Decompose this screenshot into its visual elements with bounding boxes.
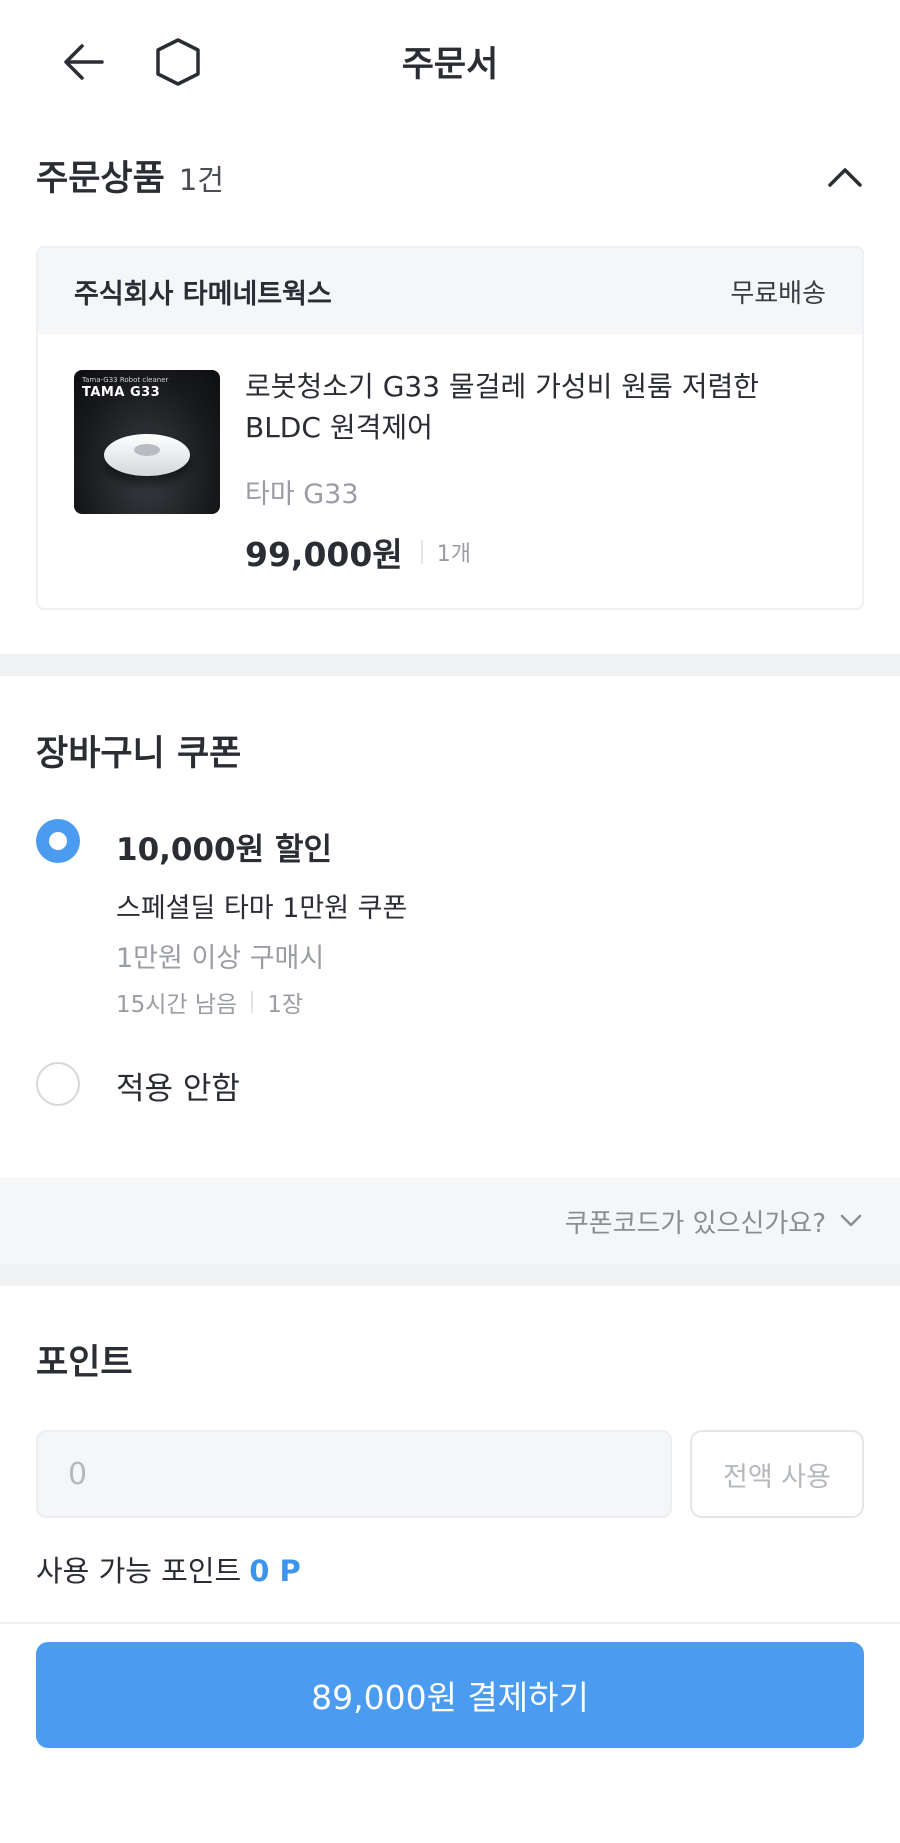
no-coupon-label[interactable]: 적용 안함 <box>116 1063 240 1108</box>
coupon-amount[interactable]: 10,000원 할인 <box>116 824 332 869</box>
pay-button[interactable]: 89,000원 결제하기 <box>36 1642 864 1748</box>
product-price-row: 99,000원 1개 <box>245 528 471 576</box>
seller-name: 주식회사 타메네트웍스 <box>74 278 332 310</box>
order-products-title: 주문상품 <box>36 159 165 199</box>
divider <box>251 991 254 1013</box>
coupon-condition: 1만원 이상 구매시 <box>116 943 325 974</box>
coupon-title: 장바구니 쿠폰 <box>36 734 242 774</box>
section-divider <box>0 654 900 676</box>
available-points-value: 0 P <box>249 1554 301 1588</box>
coupon-count: 1장 <box>267 992 304 1018</box>
chevron-up-icon <box>828 168 862 187</box>
robot-cleaner-image <box>104 434 190 476</box>
shipping-info: 무료배송 <box>730 278 826 309</box>
thumbnail-brand: TAMA G33 <box>82 385 161 400</box>
points-input[interactable] <box>36 1430 672 1518</box>
seller-bar: 주식회사 타메네트웍스 무료배송 <box>38 248 862 334</box>
chevron-down-icon <box>840 1214 862 1227</box>
order-page: 주문서 주문상품 1건 주식회사 타메네트웍스 무료배송 Tama-G33 Rob… <box>0 0 900 1843</box>
product-quantity: 1개 <box>436 542 471 567</box>
product-option: 타마 G33 <box>245 479 359 510</box>
page-title: 주문서 <box>401 45 499 85</box>
bottom-divider <box>0 1622 900 1624</box>
product-name: 로봇청소기 G33 물걸레 가성비 원룸 저렴한 BLDC 원격제어 <box>245 370 759 444</box>
divider <box>420 540 423 564</box>
coupon-radio-selected[interactable] <box>36 819 80 863</box>
coupon-code-label: 쿠폰코드가 있으신가요? <box>564 1208 826 1239</box>
section-divider <box>0 1264 900 1286</box>
product-card: 주식회사 타메네트웍스 무료배송 Tama-G33 Robot cleaner … <box>36 246 864 610</box>
thumbnail-caption: Tama-G33 Robot cleaner <box>82 376 169 384</box>
product-item: Tama-G33 Robot cleaner TAMA G33 로봇청소기 G3… <box>38 334 862 608</box>
coupon-code-toggle[interactable]: 쿠폰코드가 있으신가요? <box>565 1178 864 1264</box>
coupon-name: 스페셜딜 타마 1만원 쿠폰 <box>116 893 408 924</box>
use-all-points-button[interactable]: 전액 사용 <box>690 1430 864 1518</box>
header: 주문서 <box>0 0 900 125</box>
coupon-code-bar: 쿠폰코드가 있으신가요? <box>0 1178 900 1264</box>
order-products-count: 1건 <box>178 163 224 197</box>
coupon-meta: 15시간 남음 1장 <box>116 985 303 1019</box>
available-points: 사용 가능 포인트 0 P <box>36 1548 301 1590</box>
order-products-header[interactable]: 주문상품 1건 <box>36 150 866 200</box>
points-title: 포인트 <box>36 1343 133 1383</box>
product-thumbnail: Tama-G33 Robot cleaner TAMA G33 <box>74 370 220 514</box>
coupon-time-left: 15시간 남음 <box>116 992 238 1018</box>
collapse-button[interactable] <box>824 156 866 198</box>
available-points-label: 사용 가능 포인트 <box>36 1554 242 1588</box>
product-price: 99,000원 <box>245 535 403 574</box>
coupon-radio-none[interactable] <box>36 1062 80 1106</box>
